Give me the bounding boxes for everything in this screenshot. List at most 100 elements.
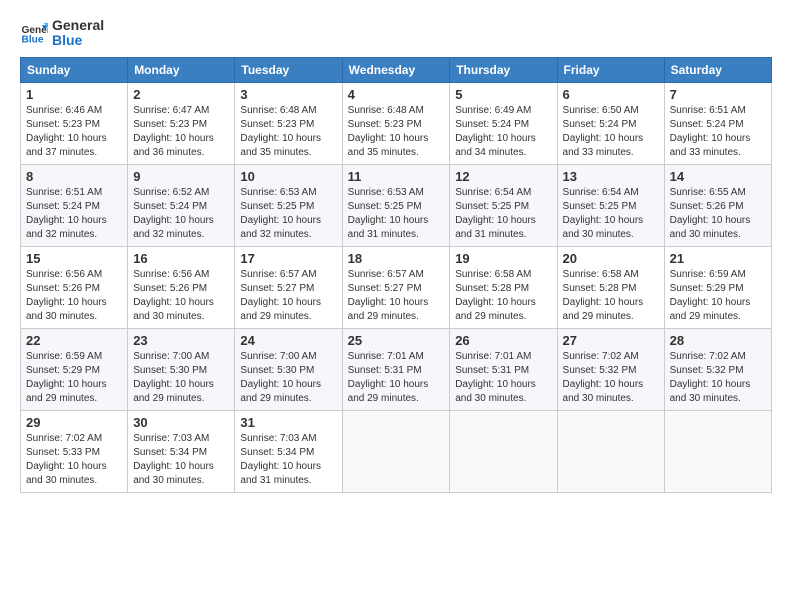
calendar-table: SundayMondayTuesdayWednesdayThursdayFrid… xyxy=(20,57,772,493)
table-row: 11 Sunrise: 6:53 AMSunset: 5:25 PMDayligh… xyxy=(342,164,450,246)
table-row: 24Sunrise: 7:00 AMSunset: 5:30 PMDayligh… xyxy=(235,328,342,410)
day-number: 1 xyxy=(26,87,122,102)
table-row xyxy=(557,410,664,492)
table-row: 18 Sunrise: 6:57 AMSunset: 5:27 PMDayligh… xyxy=(342,246,450,328)
day-number: 2 xyxy=(133,87,229,102)
calendar-week-2: 15 Sunrise: 6:56 AMSunset: 5:26 PMDayligh… xyxy=(21,246,772,328)
day-info: Sunrise: 6:48 AMSunset: 5:23 PMDaylight:… xyxy=(240,104,336,160)
day-info: Sunrise: 6:53 AMSunset: 5:25 PMDaylight:… xyxy=(348,186,445,242)
day-info: Sunrise: 6:58 AMSunset: 5:28 PMDaylight:… xyxy=(455,268,551,324)
weekday-header-saturday: Saturday xyxy=(664,57,771,82)
table-row: 28 Sunrise: 7:02 AMSunset: 5:32 PMDayligh… xyxy=(664,328,771,410)
table-row: 30 Sunrise: 7:03 AMSunset: 5:34 PMDayligh… xyxy=(128,410,235,492)
table-row xyxy=(450,410,557,492)
table-row: 20 Sunrise: 6:58 AMSunset: 5:28 PMDayligh… xyxy=(557,246,664,328)
day-number: 23 xyxy=(133,333,229,348)
day-info: Sunrise: 7:00 AMSunset: 5:30 PMDaylight:… xyxy=(133,350,229,406)
day-info: Sunrise: 6:54 AMSunset: 5:25 PMDaylight:… xyxy=(455,186,551,242)
day-number: 3 xyxy=(240,87,336,102)
day-number: 31 xyxy=(240,415,336,430)
day-info: Sunrise: 6:59 AMSunset: 5:29 PMDaylight:… xyxy=(670,268,766,324)
table-row: 23 Sunrise: 7:00 AMSunset: 5:30 PMDayligh… xyxy=(128,328,235,410)
table-row xyxy=(342,410,450,492)
day-info: Sunrise: 7:02 AMSunset: 5:33 PMDaylight:… xyxy=(26,432,122,488)
day-number: 6 xyxy=(563,87,659,102)
day-number: 27 xyxy=(563,333,659,348)
day-number: 7 xyxy=(670,87,766,102)
table-row: 13Sunrise: 6:54 AMSunset: 5:25 PMDayligh… xyxy=(557,164,664,246)
day-number: 25 xyxy=(348,333,445,348)
table-row: 8Sunrise: 6:51 AMSunset: 5:24 PMDaylight… xyxy=(21,164,128,246)
day-info: Sunrise: 6:56 AMSunset: 5:26 PMDaylight:… xyxy=(133,268,229,324)
table-row: 12 Sunrise: 6:54 AMSunset: 5:25 PMDayligh… xyxy=(450,164,557,246)
day-info: Sunrise: 6:49 AMSunset: 5:24 PMDaylight:… xyxy=(455,104,551,160)
day-info: Sunrise: 6:51 AMSunset: 5:24 PMDaylight:… xyxy=(670,104,766,160)
day-info: Sunrise: 7:03 AMSunset: 5:34 PMDaylight:… xyxy=(133,432,229,488)
day-number: 19 xyxy=(455,251,551,266)
table-row: 9 Sunrise: 6:52 AMSunset: 5:24 PMDaylight… xyxy=(128,164,235,246)
table-row: 19 Sunrise: 6:58 AMSunset: 5:28 PMDayligh… xyxy=(450,246,557,328)
day-number: 8 xyxy=(26,169,122,184)
day-info: Sunrise: 6:53 AMSunset: 5:25 PMDaylight:… xyxy=(240,186,336,242)
day-info: Sunrise: 6:57 AMSunset: 5:27 PMDaylight:… xyxy=(240,268,336,324)
calendar-week-0: 1 Sunrise: 6:46 AMSunset: 5:23 PMDaylight… xyxy=(21,82,772,164)
logo-icon: General Blue xyxy=(20,19,48,47)
table-row xyxy=(664,410,771,492)
day-number: 5 xyxy=(455,87,551,102)
day-number: 30 xyxy=(133,415,229,430)
svg-text:Blue: Blue xyxy=(22,35,44,46)
day-number: 18 xyxy=(348,251,445,266)
day-number: 20 xyxy=(563,251,659,266)
table-row: 21 Sunrise: 6:59 AMSunset: 5:29 PMDayligh… xyxy=(664,246,771,328)
day-number: 29 xyxy=(26,415,122,430)
day-number: 4 xyxy=(348,87,445,102)
day-info: Sunrise: 6:46 AMSunset: 5:23 PMDaylight:… xyxy=(26,104,122,160)
day-number: 12 xyxy=(455,169,551,184)
table-row: 15 Sunrise: 6:56 AMSunset: 5:26 PMDayligh… xyxy=(21,246,128,328)
table-row: 26Sunrise: 7:01 AMSunset: 5:31 PMDayligh… xyxy=(450,328,557,410)
weekday-header-tuesday: Tuesday xyxy=(235,57,342,82)
day-number: 22 xyxy=(26,333,122,348)
day-info: Sunrise: 6:56 AMSunset: 5:26 PMDaylight:… xyxy=(26,268,122,324)
day-number: 17 xyxy=(240,251,336,266)
day-info: Sunrise: 7:02 AMSunset: 5:32 PMDaylight:… xyxy=(670,350,766,406)
day-number: 16 xyxy=(133,251,229,266)
day-number: 28 xyxy=(670,333,766,348)
table-row: 22Sunrise: 6:59 AMSunset: 5:29 PMDayligh… xyxy=(21,328,128,410)
table-row: 1 Sunrise: 6:46 AMSunset: 5:23 PMDaylight… xyxy=(21,82,128,164)
table-row: 16 Sunrise: 6:56 AMSunset: 5:26 PMDayligh… xyxy=(128,246,235,328)
day-number: 24 xyxy=(240,333,336,348)
table-row: 10 Sunrise: 6:53 AMSunset: 5:25 PMDayligh… xyxy=(235,164,342,246)
table-row: 2 Sunrise: 6:47 AMSunset: 5:23 PMDaylight… xyxy=(128,82,235,164)
day-info: Sunrise: 6:54 AMSunset: 5:25 PMDaylight:… xyxy=(563,186,659,242)
table-row: 27 Sunrise: 7:02 AMSunset: 5:32 PMDayligh… xyxy=(557,328,664,410)
day-number: 15 xyxy=(26,251,122,266)
day-info: Sunrise: 7:01 AMSunset: 5:31 PMDaylight:… xyxy=(348,350,445,406)
day-number: 11 xyxy=(348,169,445,184)
table-row: 31Sunrise: 7:03 AMSunset: 5:34 PMDayligh… xyxy=(235,410,342,492)
weekday-header-monday: Monday xyxy=(128,57,235,82)
table-row: 14Sunrise: 6:55 AMSunset: 5:26 PMDayligh… xyxy=(664,164,771,246)
day-info: Sunrise: 6:47 AMSunset: 5:23 PMDaylight:… xyxy=(133,104,229,160)
table-row: 17 Sunrise: 6:57 AMSunset: 5:27 PMDayligh… xyxy=(235,246,342,328)
calendar-week-3: 22Sunrise: 6:59 AMSunset: 5:29 PMDayligh… xyxy=(21,328,772,410)
table-row: 7 Sunrise: 6:51 AMSunset: 5:24 PMDaylight… xyxy=(664,82,771,164)
table-row: 6Sunrise: 6:50 AMSunset: 5:24 PMDaylight… xyxy=(557,82,664,164)
weekday-header-wednesday: Wednesday xyxy=(342,57,450,82)
day-info: Sunrise: 7:02 AMSunset: 5:32 PMDaylight:… xyxy=(563,350,659,406)
weekday-header-row: SundayMondayTuesdayWednesdayThursdayFrid… xyxy=(21,57,772,82)
table-row: 4Sunrise: 6:48 AMSunset: 5:23 PMDaylight… xyxy=(342,82,450,164)
day-info: Sunrise: 6:57 AMSunset: 5:27 PMDaylight:… xyxy=(348,268,445,324)
logo-text-general: General xyxy=(52,18,104,33)
day-info: Sunrise: 6:52 AMSunset: 5:24 PMDaylight:… xyxy=(133,186,229,242)
day-info: Sunrise: 6:55 AMSunset: 5:26 PMDaylight:… xyxy=(670,186,766,242)
day-info: Sunrise: 6:58 AMSunset: 5:28 PMDaylight:… xyxy=(563,268,659,324)
day-number: 10 xyxy=(240,169,336,184)
table-row: 3 Sunrise: 6:48 AMSunset: 5:23 PMDaylight… xyxy=(235,82,342,164)
weekday-header-thursday: Thursday xyxy=(450,57,557,82)
day-info: Sunrise: 7:01 AMSunset: 5:31 PMDaylight:… xyxy=(455,350,551,406)
header: General Blue General Blue xyxy=(20,18,772,49)
table-row: 25 Sunrise: 7:01 AMSunset: 5:31 PMDayligh… xyxy=(342,328,450,410)
day-number: 21 xyxy=(670,251,766,266)
day-number: 9 xyxy=(133,169,229,184)
